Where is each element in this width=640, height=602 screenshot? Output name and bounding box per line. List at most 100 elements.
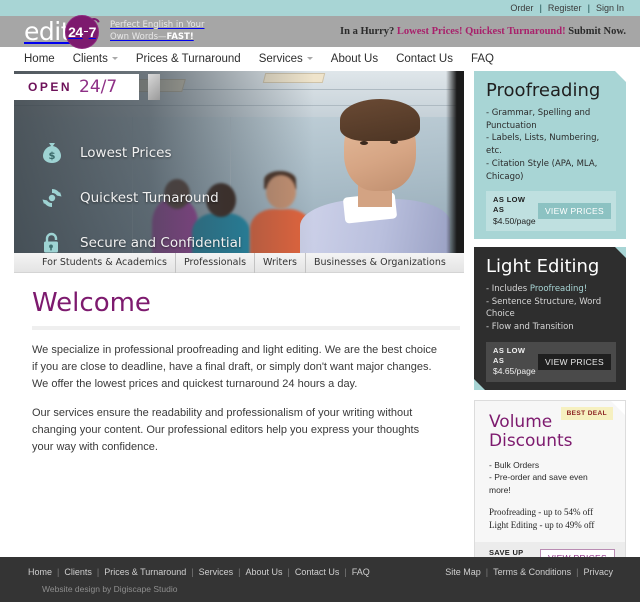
footer-link-terms[interactable]: Terms & Conditions [488,567,576,577]
right-sidebar: Proofreading - Grammar, Spelling and Pun… [474,71,626,584]
nav-item-prices[interactable]: Prices & Turnaround [127,47,250,71]
corner-fold-decoration [611,400,625,415]
hero-feature-item: Quickest Turnaround [38,184,242,212]
light-editing-price: AS LOW AS $4.65/page [493,346,538,378]
tab-professionals[interactable]: Professionals [176,252,256,273]
volume-feature-list: - Bulk Orders - Pre-order and save even … [489,459,615,497]
page-root: Order | Register | Sign In edit 24 7 Per… [0,0,640,602]
volume-bullet: more! [489,485,511,496]
refresh-cycle-icon [38,184,66,212]
nav-item-faq[interactable]: FAQ [462,47,503,71]
footer-link-site-map[interactable]: Site Map [431,567,486,577]
tagline-line-1: Perfect English in Your [110,20,205,31]
logo-24-7-badge: 24 7 [65,14,102,49]
page-title: Welcome [32,288,151,318]
hero-feature-item: Secure and Confidential [38,229,242,253]
light-editing-price-value: $4.65/page [493,366,536,377]
brand-tagline: Perfect English in Your Own Words—FAST! [110,20,204,43]
welcome-paragraph-1: We specialize in professional proofreadi… [32,343,438,390]
proofreading-price-value: $4.50/page [493,215,536,226]
chevron-down-icon [111,57,118,61]
light-editing-bullet-prefix: - Includes [486,283,530,294]
lock-icon [38,229,66,253]
corner-fold-decoration [615,247,626,259]
volume-rates: Proofreading - up to 54% off Light Editi… [489,506,615,532]
proofreading-price-strip: AS LOW AS $4.50/page VIEW PRICES [486,191,616,232]
site-logo[interactable]: edit 24 7 Perfect English in Your Own Wo… [0,14,204,49]
hero-feature-item: $ Lowest Prices [38,139,242,167]
proofreading-bullet: - Grammar, Spelling and Punctuation [486,107,591,131]
light-editing-price-strip: AS LOW AS $4.65/page VIEW PRICES [486,341,616,382]
footer-link-about-us[interactable]: About Us [240,567,287,577]
as-low-as-label: AS LOW AS [493,345,526,365]
light-editing-bullet: - Flow and Transition [486,322,574,333]
logo-num-24: 24 [68,23,83,40]
nav-item-contact-us[interactable]: Contact Us [387,47,462,71]
site-footer: Home | Clients | Prices & Turnaround | S… [0,557,640,602]
nav-item-about-us[interactable]: About Us [322,47,387,71]
hurry-prefix: In a Hurry? [340,26,395,37]
footer-link-faq[interactable]: FAQ [347,567,375,577]
light-editing-feature-list: - Includes Proofreading! - Sentence Stru… [486,283,616,334]
hurry-suffix: Submit Now. [568,26,626,37]
hero-feature-label: Secure and Confidential [80,235,242,251]
as-low-as-label: AS LOW AS [493,195,526,215]
client-type-tabs: For Students & Academics Professionals W… [14,252,464,273]
volume-bullet: - Pre-order and save even [489,472,588,483]
tab-writers[interactable]: Writers [255,252,306,273]
corner-fold-decoration [474,378,485,390]
hero-banner: OPEN 24/7 $ Lowest Prices Quickest Turna… [14,71,464,253]
light-editing-bullet: - Includes Proofreading! [486,283,616,296]
proofreading-price: AS LOW AS $4.50/page [493,195,538,227]
svg-text:$: $ [49,151,56,162]
tab-students-academics[interactable]: For Students & Academics [34,252,176,273]
footer-link-services[interactable]: Services [194,567,239,577]
light-editing-promo-box: Light Editing - Includes Proofreading! -… [474,247,626,390]
footer-link-prices[interactable]: Prices & Turnaround [99,567,191,577]
tab-businesses-organizations[interactable]: Businesses & Organizations [306,253,454,273]
proofreading-view-prices-button[interactable]: VIEW PRICES [537,203,611,220]
nav-item-services[interactable]: Services [250,47,322,71]
hero-feature-list: $ Lowest Prices Quickest Turnaround Secu… [38,139,242,253]
chevron-down-icon [306,57,313,61]
light-editing-bullet: - Sentence Structure, Word Choice [486,296,602,320]
register-link[interactable]: Register [542,0,588,16]
logo-dash [83,30,88,33]
corner-fold-decoration [615,71,626,82]
open-24-7-badge: OPEN 24/7 [14,74,140,100]
footer-links-row: Home | Clients | Prices & Turnaround | S… [14,567,626,577]
content-area: OPEN 24/7 $ Lowest Prices Quickest Turna… [0,71,640,584]
tagline-fast: FAST! [166,31,194,42]
nav-label-services: Services [258,53,303,65]
light-editing-view-prices-button[interactable]: VIEW PRICES [537,353,611,370]
footer-link-home[interactable]: Home [14,567,57,577]
proofreading-feature-list: - Grammar, Spelling and Punctuation - La… [486,107,616,184]
light-editing-title: Light Editing [486,256,600,278]
hurry-banner[interactable]: In a Hurry? Lowest Prices! Quickest Turn… [340,26,640,37]
site-header: edit 24 7 Perfect English in Your Own Wo… [0,14,640,49]
main-navigation: Home Clients Prices & Turnaround Service… [0,47,640,71]
nav-label-clients: Clients [72,53,108,65]
order-link[interactable]: Order [504,0,539,16]
footer-link-contact-us[interactable]: Contact Us [290,567,345,577]
logo-wordmark: edit [24,17,71,46]
nav-item-home[interactable]: Home [24,47,64,71]
sign-in-link[interactable]: Sign In [590,0,630,16]
proofreading-bullet: - Citation Style (APA, MLA, Chicago) [486,158,598,182]
volume-bullet: - Bulk Orders [489,459,540,470]
hero-feature-label: Lowest Prices [80,145,172,161]
volume-rate-proofreading: Proofreading - up to 54% off [489,506,594,517]
open-hours-label: 24/7 [79,77,118,97]
nav-item-clients[interactable]: Clients [64,47,127,71]
volume-discounts-box: BEST DEAL Volume Discounts - Bulk Orders… [474,399,626,576]
proofreading-promo-box: Proofreading - Grammar, Spelling and Pun… [474,71,626,240]
volume-rate-light-editing: Light Editing - up to 49% off [489,519,595,530]
volume-title-line-2: Discounts [489,431,573,452]
left-column: OPEN 24/7 $ Lowest Prices Quickest Turna… [14,71,464,584]
welcome-paragraph-2: Our services ensure the readability and … [32,406,420,453]
footer-link-clients[interactable]: Clients [59,567,97,577]
footer-link-privacy[interactable]: Privacy [578,567,618,577]
hurry-highlight: Lowest Prices! Quickest Turnaround! [396,26,566,37]
light-editing-bullet-highlight: Proofreading! [529,283,588,294]
save-up-line-1: SAVE UP [489,547,524,557]
